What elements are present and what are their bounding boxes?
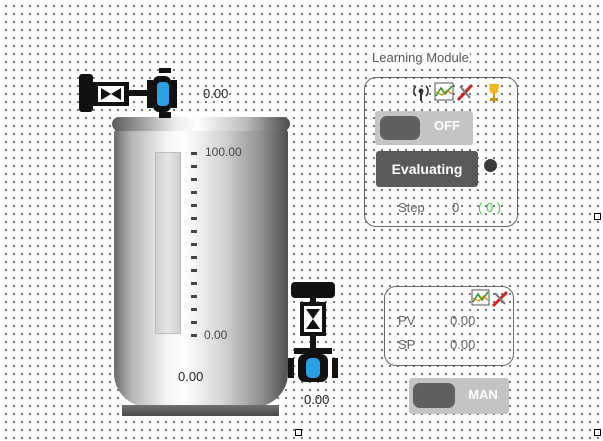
resize-handle-right[interactable]: [594, 213, 601, 220]
trophy-icon[interactable]: [489, 84, 499, 101]
step-count: ( 0 ): [478, 200, 502, 215]
trend-icon[interactable]: [434, 82, 454, 101]
scale-tick: [191, 256, 197, 259]
tank-level-value: 0.00: [178, 369, 204, 384]
step-label: Step: [398, 200, 425, 215]
scale-tick: [191, 269, 197, 272]
scale-tick: [191, 191, 197, 194]
signal-icon[interactable]: [413, 85, 429, 101]
pv-label: PV: [398, 313, 416, 328]
scale-tick: [191, 165, 197, 168]
scale-max-label: 100.00: [205, 145, 242, 159]
scale-tick: [191, 178, 197, 181]
scale-tick: [191, 321, 197, 324]
scale-tick: [191, 204, 197, 207]
scale-tick: [191, 243, 197, 246]
tuning-icon[interactable]: [491, 290, 509, 308]
scale-min-label: 0.00: [204, 328, 228, 342]
learning-module-title: Learning Module: [371, 50, 470, 65]
step-value: 0: [452, 200, 460, 215]
scale-tick: [191, 295, 197, 298]
scale-tick: [191, 217, 197, 220]
status-indicator: [484, 159, 497, 172]
tank-lid: [112, 117, 290, 131]
scale-tick: [191, 152, 197, 155]
outlet-valve[interactable]: [288, 282, 338, 386]
scale-tick: [191, 334, 197, 337]
inlet-valve[interactable]: [79, 68, 183, 118]
learning-toggle-label: OFF: [434, 118, 460, 133]
sp-label: SP: [398, 337, 416, 352]
tank-level-bar: [155, 152, 181, 334]
control-valve-icon: [79, 68, 177, 118]
inlet-valve-value: 0.00: [203, 86, 229, 101]
resize-handle-bottom[interactable]: [295, 429, 302, 436]
trend-icon[interactable]: [471, 289, 490, 306]
tuning-icon[interactable]: [456, 83, 474, 102]
outlet-valve-value: 0.00: [304, 392, 330, 407]
scale-tick: [191, 282, 197, 285]
resize-handle-corner[interactable]: [594, 429, 601, 436]
tank-base: [122, 405, 279, 416]
scale-tick: [191, 230, 197, 233]
scale-tick: [191, 308, 197, 311]
learning-module-toolbar: [410, 82, 506, 102]
tank-body: [114, 129, 288, 407]
mode-toggle-knob[interactable]: [413, 383, 455, 408]
learning-toggle-knob[interactable]: [380, 116, 420, 140]
controller-toolbar: [471, 289, 513, 308]
pv-value: 0.00: [450, 313, 476, 328]
control-valve-icon: [288, 282, 338, 382]
sp-value[interactable]: 0.00: [450, 337, 475, 352]
mode-toggle-label: MAN: [468, 387, 498, 402]
evaluating-button[interactable]: Evaluating: [376, 151, 478, 187]
